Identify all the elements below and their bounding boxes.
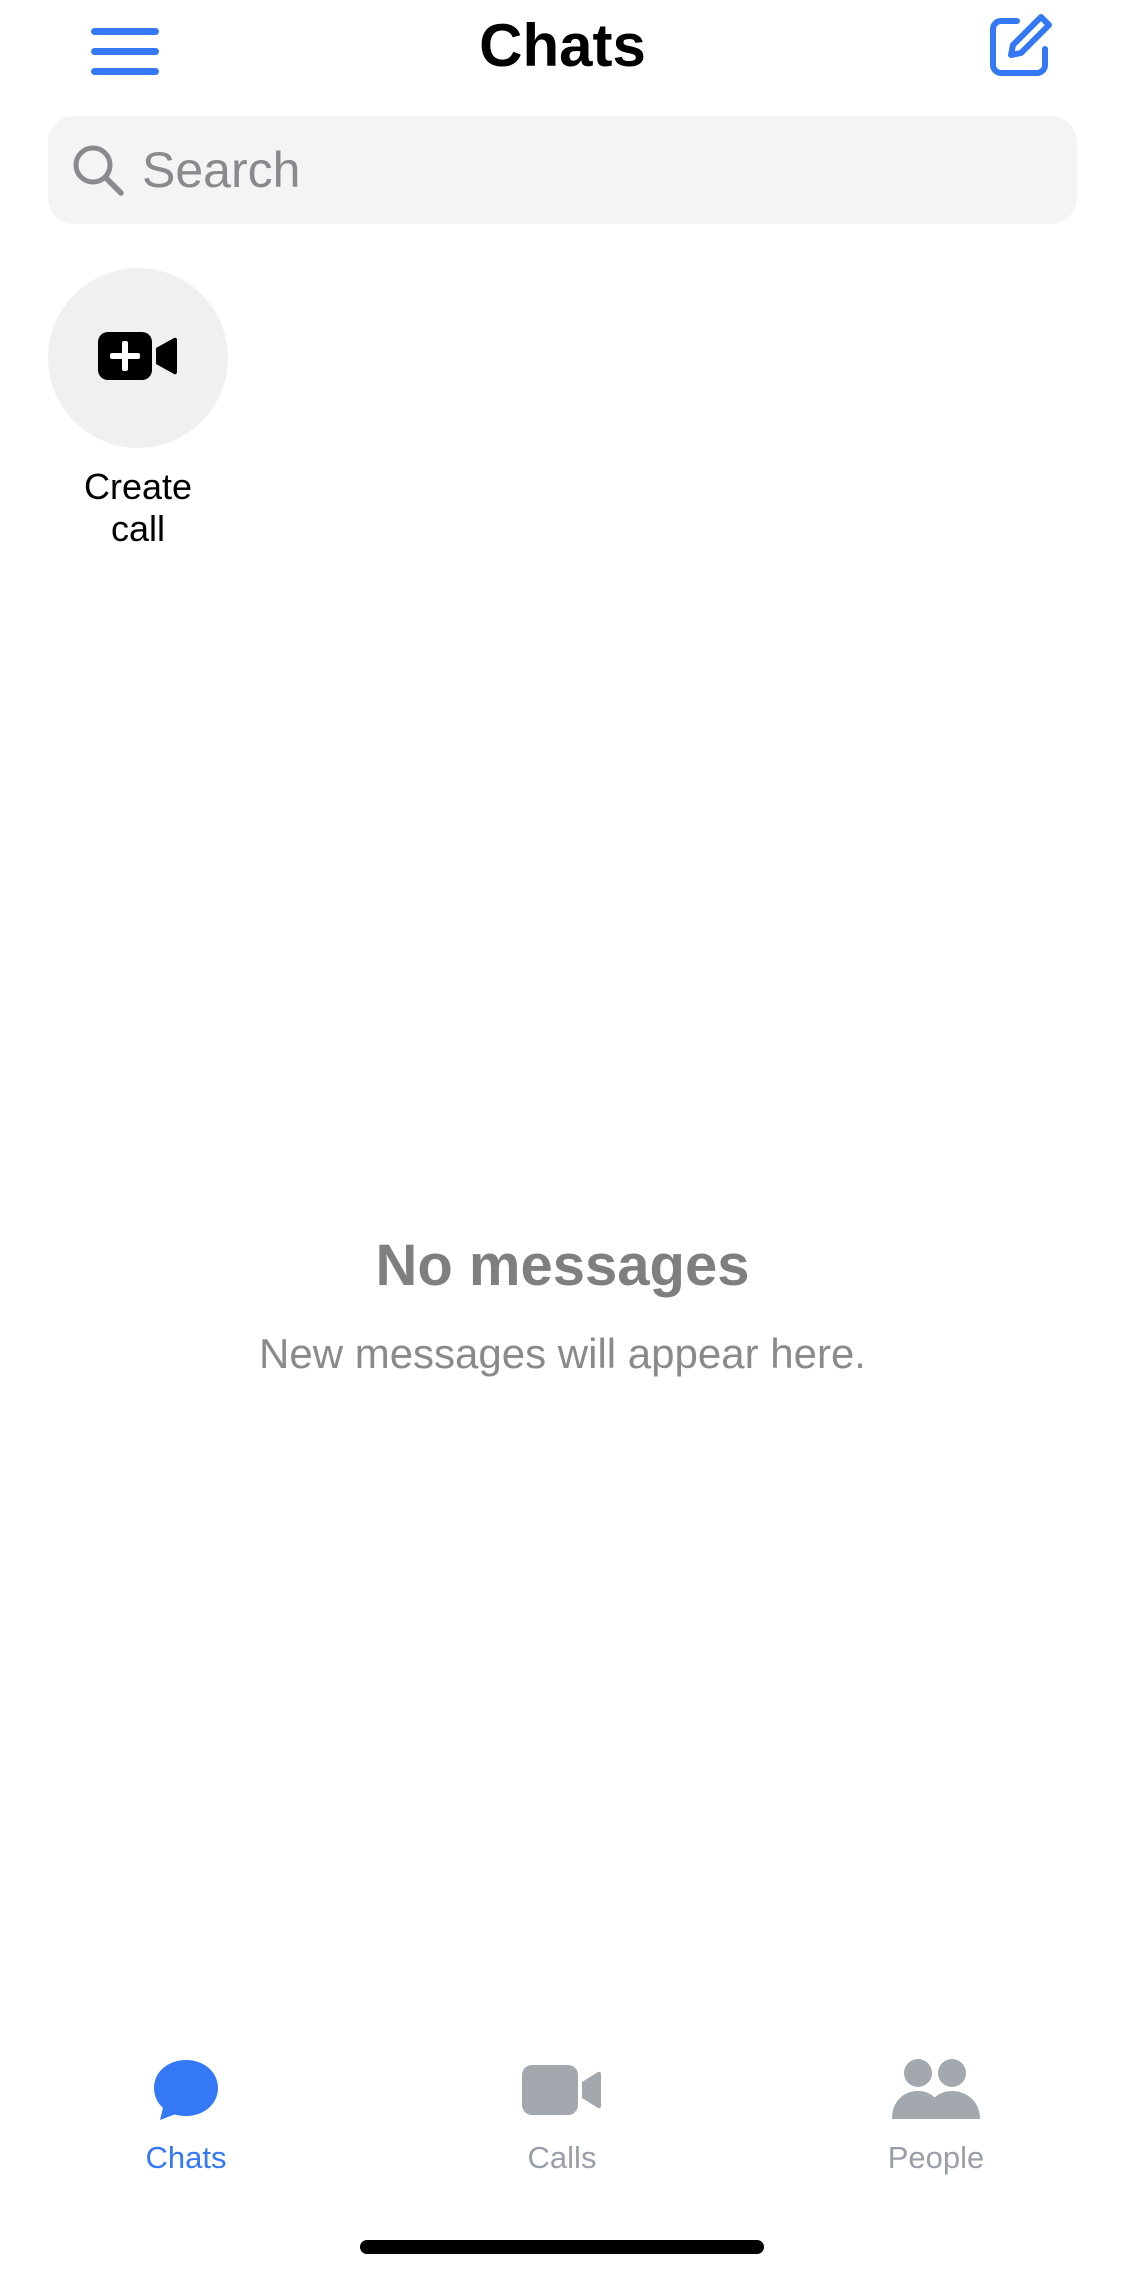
- create-call-label: Create call: [28, 466, 248, 550]
- empty-state-title: No messages: [375, 1233, 750, 1298]
- empty-state-subtitle: New messages will appear here.: [259, 1330, 866, 1377]
- chats-screen: Chats Search Create call No messages New…: [0, 0, 1125, 2284]
- create-call-label-line2: call: [110, 508, 166, 549]
- home-indicator: [360, 2240, 764, 2254]
- tab-calls-label: Calls: [527, 2140, 597, 2175]
- search-input[interactable]: [140, 129, 1024, 211]
- people-icon: [886, 2050, 986, 2130]
- search-icon: [68, 140, 128, 200]
- compose-button[interactable]: [978, 8, 1062, 88]
- tab-people[interactable]: People: [816, 2040, 1056, 2176]
- tab-chats-label: Chats: [145, 2140, 227, 2175]
- video-plus-icon: [98, 330, 178, 387]
- compose-icon: [987, 13, 1053, 84]
- page-title: Chats: [479, 12, 646, 79]
- create-call-label-line1: Create: [83, 466, 193, 507]
- create-call-circle[interactable]: [48, 268, 228, 448]
- tab-people-label: People: [887, 2140, 985, 2175]
- video-camera-icon: [512, 2050, 612, 2130]
- tab-calls[interactable]: Calls: [442, 2040, 682, 2176]
- tab-chats[interactable]: Chats: [66, 2040, 306, 2176]
- search-bar[interactable]: [48, 116, 1077, 224]
- chat-bubble-icon: [136, 2050, 236, 2130]
- tab-bar: Chats Calls People: [0, 2040, 1125, 2200]
- create-call-button[interactable]: Create call: [48, 268, 228, 550]
